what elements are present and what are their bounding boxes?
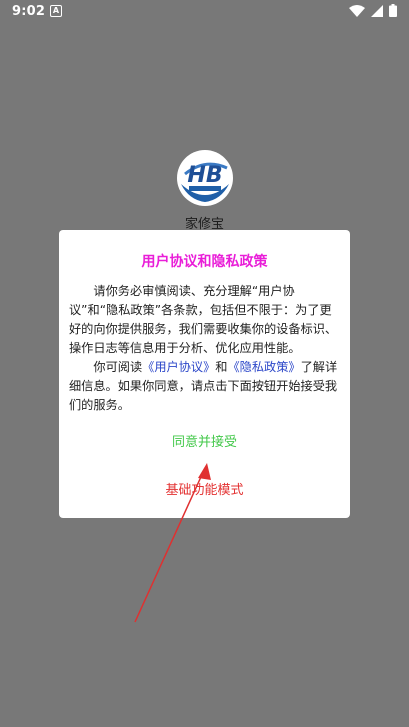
and-text: 和 [215,360,228,374]
paragraph2-prefix: 你可阅读 [93,360,143,374]
dialog-paragraph-1: 请你务必审慎阅读、充分理解“用户协议”和“隐私政策”各条款，包括但不限于：为了更… [69,284,338,355]
wifi-icon [349,4,365,17]
status-time: 9:02 [12,4,46,19]
user-agreement-link[interactable]: 《用户协议》 [142,360,215,374]
battery-icon [389,4,397,17]
status-bar: 9:02 A [0,0,409,24]
dialog-paragraph-2: 你可阅读《用户协议》和《隐私政策》了解详细信息。如果你同意，请点击下面按钮开始接… [69,358,341,415]
privacy-policy-link[interactable]: 《隐私政策》 [227,360,300,374]
svg-text:HB: HB [187,163,222,188]
a-letter-icon: A [50,5,62,17]
basic-mode-button[interactable]: 基础功能模式 [59,479,350,498]
dialog-title: 用户协议和隐私政策 [141,254,268,270]
hb-logo-icon: HB [175,148,235,208]
agree-button[interactable]: 同意并接受 [59,431,350,450]
dialog-body: 请你务必审慎阅读、充分理解“用户协议”和“隐私政策”各条款，包括但不限于：为了更… [69,282,341,415]
privacy-dialog: 用户协议和隐私政策 请你务必审慎阅读、充分理解“用户协议”和“隐私政策”各条款，… [59,230,350,518]
status-icons [349,4,397,17]
cellular-icon [371,4,383,17]
